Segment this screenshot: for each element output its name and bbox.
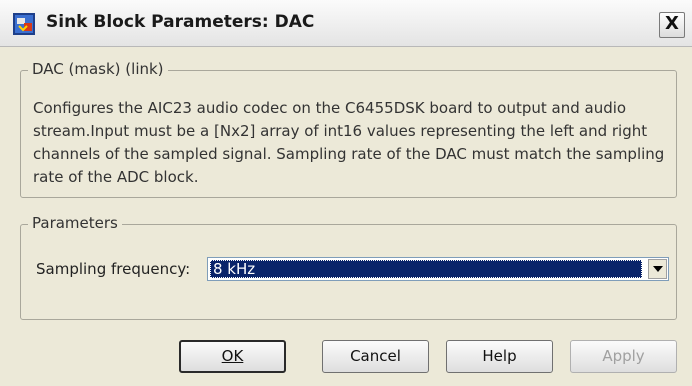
sampling-frequency-select[interactable]: 8 kHz xyxy=(207,257,669,281)
simulink-block-icon xyxy=(13,13,35,35)
ok-button-label: OK xyxy=(221,347,244,365)
window-title: Sink Block Parameters: DAC xyxy=(46,12,315,32)
sampling-frequency-value: 8 kHz xyxy=(210,260,642,278)
parameters-group-label: Parameters xyxy=(28,214,122,232)
chevron-down-icon xyxy=(653,266,663,272)
cancel-button-label: Cancel xyxy=(350,347,401,365)
close-icon: X xyxy=(665,13,679,34)
close-button[interactable]: X xyxy=(659,12,685,38)
apply-button: Apply xyxy=(570,340,677,373)
description-group-label: DAC (mask) (link) xyxy=(28,60,168,78)
cancel-button[interactable]: Cancel xyxy=(322,340,429,373)
dropdown-arrow-button[interactable] xyxy=(648,259,667,279)
sampling-frequency-label: Sampling frequency: xyxy=(36,260,191,278)
apply-button-label: Apply xyxy=(602,347,645,365)
help-button-label: Help xyxy=(482,347,517,365)
help-button[interactable]: Help xyxy=(446,340,553,373)
ok-button[interactable]: OK xyxy=(179,340,286,373)
title-bar[interactable]: Sink Block Parameters: DAC X xyxy=(0,0,692,47)
description-text: Configures the AIC23 audio codec on the … xyxy=(33,99,665,186)
